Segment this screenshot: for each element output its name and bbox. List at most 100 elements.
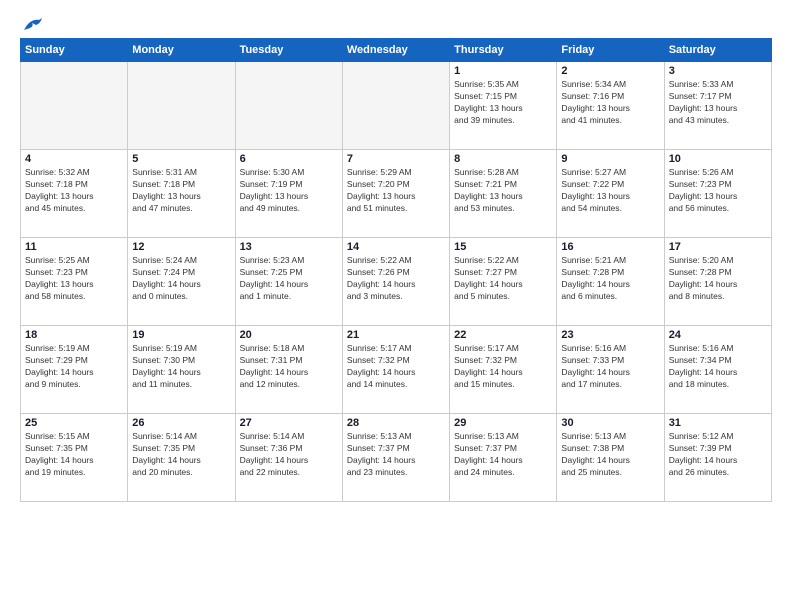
day-number: 22	[454, 329, 552, 341]
day-info: Sunrise: 5:22 AM Sunset: 7:26 PM Dayligh…	[347, 255, 445, 303]
calendar-cell: 12 Sunrise: 5:24 AM Sunset: 7:24 PM Dayli…	[128, 238, 235, 326]
day-info: Sunrise: 5:15 AM Sunset: 7:35 PM Dayligh…	[25, 431, 123, 479]
calendar-cell: 16 Sunrise: 5:21 AM Sunset: 7:28 PM Dayli…	[557, 238, 664, 326]
day-number: 28	[347, 417, 445, 429]
calendar-header-thursday: Thursday	[450, 39, 557, 62]
day-number: 29	[454, 417, 552, 429]
calendar-header-saturday: Saturday	[664, 39, 771, 62]
calendar-cell: 23 Sunrise: 5:16 AM Sunset: 7:33 PM Dayli…	[557, 326, 664, 414]
calendar-week-1: 1 Sunrise: 5:35 AM Sunset: 7:15 PM Daylig…	[21, 62, 772, 150]
day-info: Sunrise: 5:17 AM Sunset: 7:32 PM Dayligh…	[454, 343, 552, 391]
calendar-cell: 27 Sunrise: 5:14 AM Sunset: 7:36 PM Dayli…	[235, 414, 342, 502]
logo-bird-icon	[22, 16, 44, 32]
calendar-cell: 21 Sunrise: 5:17 AM Sunset: 7:32 PM Dayli…	[342, 326, 449, 414]
day-info: Sunrise: 5:23 AM Sunset: 7:25 PM Dayligh…	[240, 255, 338, 303]
calendar-cell: 22 Sunrise: 5:17 AM Sunset: 7:32 PM Dayli…	[450, 326, 557, 414]
calendar-cell	[128, 62, 235, 150]
day-number: 6	[240, 153, 338, 165]
day-info: Sunrise: 5:16 AM Sunset: 7:34 PM Dayligh…	[669, 343, 767, 391]
day-info: Sunrise: 5:18 AM Sunset: 7:31 PM Dayligh…	[240, 343, 338, 391]
day-number: 21	[347, 329, 445, 341]
day-number: 27	[240, 417, 338, 429]
day-info: Sunrise: 5:35 AM Sunset: 7:15 PM Dayligh…	[454, 79, 552, 127]
calendar-cell: 8 Sunrise: 5:28 AM Sunset: 7:21 PM Daylig…	[450, 150, 557, 238]
calendar-cell: 3 Sunrise: 5:33 AM Sunset: 7:17 PM Daylig…	[664, 62, 771, 150]
day-number: 16	[561, 241, 659, 253]
day-info: Sunrise: 5:20 AM Sunset: 7:28 PM Dayligh…	[669, 255, 767, 303]
day-number: 13	[240, 241, 338, 253]
calendar-header-friday: Friday	[557, 39, 664, 62]
calendar-cell: 5Sunrise: 5:31 AM Sunset: 7:18 PM Daylig…	[128, 150, 235, 238]
calendar-header-sunday: Sunday	[21, 39, 128, 62]
day-info: Sunrise: 5:22 AM Sunset: 7:27 PM Dayligh…	[454, 255, 552, 303]
calendar-cell	[342, 62, 449, 150]
calendar-cell: 6 Sunrise: 5:30 AM Sunset: 7:19 PM Daylig…	[235, 150, 342, 238]
day-info: Sunrise: 5:34 AM Sunset: 7:16 PM Dayligh…	[561, 79, 659, 127]
day-number: 1	[454, 65, 552, 77]
day-number: 20	[240, 329, 338, 341]
day-number: 3	[669, 65, 767, 77]
day-number: 4	[25, 153, 123, 165]
day-number: 15	[454, 241, 552, 253]
day-info: Sunrise: 5:26 AM Sunset: 7:23 PM Dayligh…	[669, 167, 767, 215]
day-info: Sunrise: 5:17 AM Sunset: 7:32 PM Dayligh…	[347, 343, 445, 391]
calendar-cell: 15 Sunrise: 5:22 AM Sunset: 7:27 PM Dayli…	[450, 238, 557, 326]
day-number: 10	[669, 153, 767, 165]
calendar-cell: 14 Sunrise: 5:22 AM Sunset: 7:26 PM Dayli…	[342, 238, 449, 326]
day-info: Sunrise: 5:30 AM Sunset: 7:19 PM Dayligh…	[240, 167, 338, 215]
calendar-cell: 25 Sunrise: 5:15 AM Sunset: 7:35 PM Dayli…	[21, 414, 128, 502]
calendar-cell: 26Sunrise: 5:14 AM Sunset: 7:35 PM Dayli…	[128, 414, 235, 502]
day-number: 25	[25, 417, 123, 429]
logo	[20, 16, 44, 32]
day-info: Sunrise: 5:33 AM Sunset: 7:17 PM Dayligh…	[669, 79, 767, 127]
calendar-cell: 9Sunrise: 5:27 AM Sunset: 7:22 PM Daylig…	[557, 150, 664, 238]
calendar-cell: 29 Sunrise: 5:13 AM Sunset: 7:37 PM Dayli…	[450, 414, 557, 502]
day-info: Sunrise: 5:24 AM Sunset: 7:24 PM Dayligh…	[132, 255, 230, 303]
day-info: Sunrise: 5:16 AM Sunset: 7:33 PM Dayligh…	[561, 343, 659, 391]
calendar-cell: 31 Sunrise: 5:12 AM Sunset: 7:39 PM Dayli…	[664, 414, 771, 502]
calendar-header-wednesday: Wednesday	[342, 39, 449, 62]
day-info: Sunrise: 5:29 AM Sunset: 7:20 PM Dayligh…	[347, 167, 445, 215]
day-info: Sunrise: 5:19 AM Sunset: 7:30 PM Dayligh…	[132, 343, 230, 391]
header	[20, 16, 772, 32]
day-number: 9	[561, 153, 659, 165]
calendar-cell: 11Sunrise: 5:25 AM Sunset: 7:23 PM Dayli…	[21, 238, 128, 326]
day-info: Sunrise: 5:21 AM Sunset: 7:28 PM Dayligh…	[561, 255, 659, 303]
calendar-cell: 30 Sunrise: 5:13 AM Sunset: 7:38 PM Dayli…	[557, 414, 664, 502]
calendar-cell: 10 Sunrise: 5:26 AM Sunset: 7:23 PM Dayli…	[664, 150, 771, 238]
calendar-cell: 28Sunrise: 5:13 AM Sunset: 7:37 PM Dayli…	[342, 414, 449, 502]
day-number: 14	[347, 241, 445, 253]
calendar-header-tuesday: Tuesday	[235, 39, 342, 62]
calendar-cell: 24Sunrise: 5:16 AM Sunset: 7:34 PM Dayli…	[664, 326, 771, 414]
day-number: 19	[132, 329, 230, 341]
day-number: 26	[132, 417, 230, 429]
calendar-cell: 20 Sunrise: 5:18 AM Sunset: 7:31 PM Dayli…	[235, 326, 342, 414]
calendar-cell: 19 Sunrise: 5:19 AM Sunset: 7:30 PM Dayli…	[128, 326, 235, 414]
day-number: 30	[561, 417, 659, 429]
day-number: 8	[454, 153, 552, 165]
day-number: 17	[669, 241, 767, 253]
day-number: 23	[561, 329, 659, 341]
day-number: 31	[669, 417, 767, 429]
page: SundayMondayTuesdayWednesdayThursdayFrid…	[0, 0, 792, 612]
calendar-week-2: 4Sunrise: 5:32 AM Sunset: 7:18 PM Daylig…	[21, 150, 772, 238]
day-info: Sunrise: 5:13 AM Sunset: 7:37 PM Dayligh…	[454, 431, 552, 479]
calendar-cell: 18Sunrise: 5:19 AM Sunset: 7:29 PM Dayli…	[21, 326, 128, 414]
day-info: Sunrise: 5:25 AM Sunset: 7:23 PM Dayligh…	[25, 255, 123, 303]
calendar-table: SundayMondayTuesdayWednesdayThursdayFrid…	[20, 38, 772, 502]
calendar-week-4: 18Sunrise: 5:19 AM Sunset: 7:29 PM Dayli…	[21, 326, 772, 414]
day-number: 2	[561, 65, 659, 77]
day-info: Sunrise: 5:13 AM Sunset: 7:38 PM Dayligh…	[561, 431, 659, 479]
day-info: Sunrise: 5:12 AM Sunset: 7:39 PM Dayligh…	[669, 431, 767, 479]
day-number: 7	[347, 153, 445, 165]
calendar-week-5: 25 Sunrise: 5:15 AM Sunset: 7:35 PM Dayli…	[21, 414, 772, 502]
day-info: Sunrise: 5:14 AM Sunset: 7:36 PM Dayligh…	[240, 431, 338, 479]
calendar-header-row: SundayMondayTuesdayWednesdayThursdayFrid…	[21, 39, 772, 62]
calendar-cell: 2 Sunrise: 5:34 AM Sunset: 7:16 PM Daylig…	[557, 62, 664, 150]
day-info: Sunrise: 5:19 AM Sunset: 7:29 PM Dayligh…	[25, 343, 123, 391]
calendar-cell: 7 Sunrise: 5:29 AM Sunset: 7:20 PM Daylig…	[342, 150, 449, 238]
day-info: Sunrise: 5:28 AM Sunset: 7:21 PM Dayligh…	[454, 167, 552, 215]
day-number: 12	[132, 241, 230, 253]
calendar-header-monday: Monday	[128, 39, 235, 62]
calendar-cell	[235, 62, 342, 150]
